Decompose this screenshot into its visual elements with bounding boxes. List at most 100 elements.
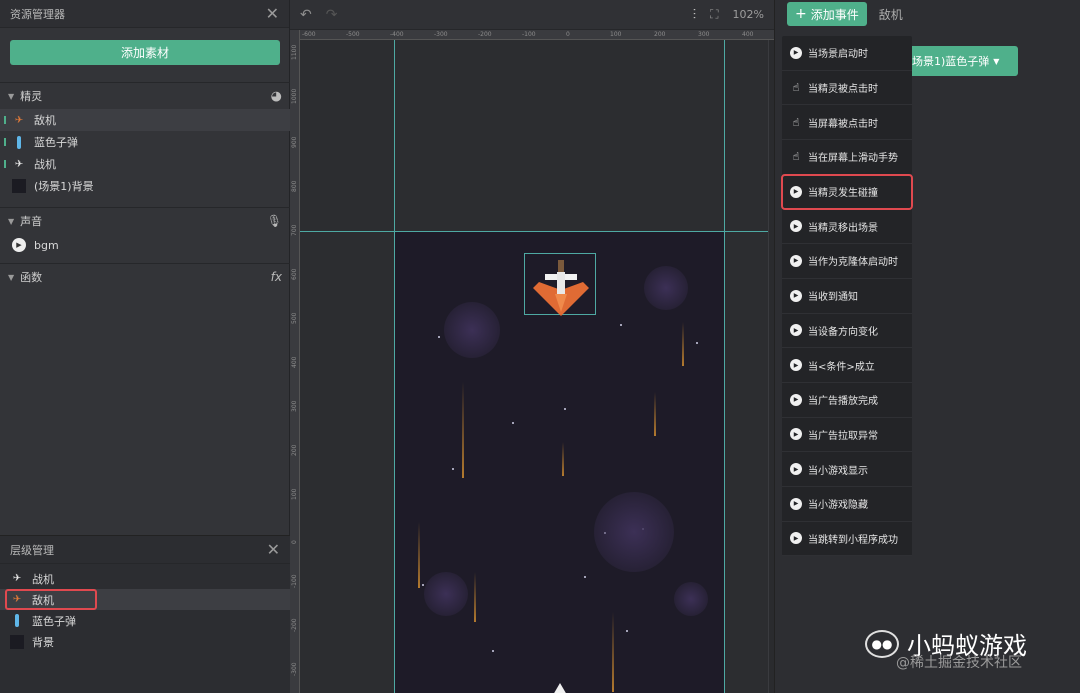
event-menu-item[interactable]: ☝ 当精灵被点击时 <box>782 71 912 106</box>
event-menu-item-label: 当广告拉取异常 <box>808 430 878 442</box>
sprite-item-fighter[interactable]: ✈ 战机 <box>0 153 290 175</box>
plus-icon: + <box>795 6 807 22</box>
layer-item-blue-bullet[interactable]: 蓝色子弹 <box>0 610 290 631</box>
blue-bullet-icon <box>12 135 26 149</box>
nebula-glow <box>674 582 708 616</box>
watermark-subtitle: @稀土掘金技术社区 <box>896 655 1022 671</box>
sprite-item-background[interactable]: (场景1)背景 <box>0 175 290 197</box>
sprites-section-title: 精灵 <box>20 90 43 103</box>
adjust-icon[interactable]: ⫶ <box>693 7 697 23</box>
undo-icon[interactable]: ↶ <box>300 7 312 23</box>
enemy-selection-box[interactable] <box>524 253 596 316</box>
event-menu-item[interactable]: ▶ 当小游戏隐藏 <box>782 487 912 522</box>
ruler-tick-label: -100 <box>522 31 536 38</box>
play-icon: ▶ <box>790 324 802 337</box>
meteor-streak <box>462 382 464 478</box>
layer-item-enemy[interactable]: ✈ 敌机 <box>0 589 290 610</box>
event-menu-item-label: 当收到通知 <box>808 292 858 304</box>
play-icon: ▶ <box>790 46 802 59</box>
function-icon[interactable]: fx <box>271 270 282 284</box>
fighter-plane-icon: ✈ <box>14 158 24 170</box>
sprite-item-enemy[interactable]: ✈ 敌机 <box>0 109 290 131</box>
sprite-item-label: 战机 <box>34 158 56 171</box>
sound-section-title: 声音 <box>20 215 43 228</box>
redo-icon[interactable]: ↷ <box>326 7 338 23</box>
ruler-tick-label: -400 <box>390 31 404 38</box>
play-icon[interactable]: ▶ <box>12 238 26 252</box>
add-event-button[interactable]: + 添加事件 <box>787 2 867 26</box>
event-menu-item[interactable]: ☝ 当屏幕被点击时 <box>782 105 912 141</box>
close-icon[interactable]: ✕ <box>266 5 279 22</box>
star-decoration <box>696 342 698 344</box>
star-decoration <box>422 584 424 586</box>
close-icon[interactable]: ✕ <box>267 541 280 558</box>
function-section-header[interactable]: ▼ 函数 fx <box>0 264 290 290</box>
ruler-tick-label: -200 <box>478 31 492 38</box>
add-asset-button[interactable]: 添加素材 <box>10 40 280 65</box>
event-menu-item[interactable]: ▶ 当小游戏显示 <box>782 452 912 487</box>
layer-item-label: 背景 <box>32 635 54 649</box>
dropdown-icon[interactable]: ▼ <box>993 57 999 66</box>
zoom-level[interactable]: 102% <box>733 8 764 21</box>
function-section-title: 函数 <box>20 271 43 284</box>
fit-screen-icon[interactable]: ⛶ <box>710 7 718 22</box>
palette-icon[interactable]: ◕ <box>271 89 282 104</box>
sound-item-label: bgm <box>34 238 59 252</box>
event-menu-item[interactable]: ▶ 当跳转到小程序成功 <box>782 522 912 557</box>
event-menu-item[interactable]: ☝ 当在屏幕上滑动手势 <box>782 140 912 175</box>
sprite-item-blue-bullet[interactable]: 蓝色子弹 <box>0 131 290 153</box>
sound-item-bgm[interactable]: ▶ bgm <box>0 234 290 256</box>
event-menu-item-label: 当精灵被点击时 <box>808 84 878 96</box>
event-menu-item-label: 当精灵发生碰撞 <box>808 188 878 200</box>
event-menu-item[interactable]: ▶ 当作为克隆体启动时 <box>782 244 912 279</box>
selection-marker <box>4 138 6 146</box>
background-icon <box>12 179 26 193</box>
ruler-tick-label: 0 <box>291 540 298 544</box>
microphone-icon[interactable]: 🎙 <box>267 214 282 228</box>
event-menu-item[interactable]: ▶ 当场景启动时 <box>782 36 912 71</box>
star-decoration <box>438 336 440 338</box>
wechat-icon: ●● <box>865 629 899 658</box>
layer-panel-header: 层级管理 ✕ <box>0 536 290 564</box>
hand-icon: ☝ <box>792 150 800 164</box>
hand-icon: ☝ <box>792 81 800 95</box>
collapse-icon[interactable]: ▼ <box>8 273 14 282</box>
asset-panel-title: 资源管理器 <box>10 7 65 21</box>
ruler-tick-label: 1000 <box>291 88 298 104</box>
layer-item-fighter[interactable]: ✈ 战机 <box>0 568 290 589</box>
play-icon: ▶ <box>790 254 802 267</box>
event-menu-item[interactable]: ▶ 当收到通知 <box>782 279 912 314</box>
sprites-section-header[interactable]: ▼ 精灵 ◕ <box>0 83 290 109</box>
selection-marker <box>4 160 6 168</box>
meteor-streak <box>654 392 656 436</box>
event-menu-item-label: 当精灵移出场景 <box>808 222 878 234</box>
event-panel-header: + 添加事件 敌机 <box>775 0 1080 28</box>
ruler-tick-label: -300 <box>434 31 448 38</box>
star-decoration <box>492 650 494 652</box>
ruler-tick-label: -200 <box>291 618 298 632</box>
event-menu-item[interactable]: ▶ 当<条件>成立 <box>782 348 912 383</box>
play-icon: ▶ <box>790 359 802 372</box>
meteor-streak <box>562 442 564 476</box>
stage-canvas[interactable]: ↶ ↷ ⫶ ⛶ 102% -600 -500 -400 -300 -200 -100 0 10… <box>290 0 774 693</box>
asset-panel: 资源管理器 ✕ 添加素材 ▼ 精灵 ◕ ✈ 敌机 蓝色子弹 ✈ 战机 (场景1)… <box>0 0 290 693</box>
collapse-icon[interactable]: ▼ <box>8 217 14 226</box>
event-menu-item[interactable]: ▶ 当精灵移出场景 <box>782 209 912 245</box>
layer-item-label: 战机 <box>32 572 54 586</box>
sound-section-header[interactable]: ▼ 声音 🎙 <box>0 208 290 234</box>
collapse-icon[interactable]: ▼ <box>8 92 14 101</box>
stage-guide-right <box>724 40 725 693</box>
event-menu-item[interactable]: ▶ 当广告播放完成 <box>782 383 912 418</box>
event-menu-item[interactable]: ▶ 当精灵发生碰撞 <box>781 173 913 211</box>
star-decoration <box>512 422 514 424</box>
background-icon <box>10 634 24 649</box>
layer-item-background[interactable]: 背景 <box>0 631 290 652</box>
ruler-tick-label: 400 <box>742 31 754 38</box>
meteor-streak <box>474 572 476 622</box>
tab-enemy[interactable]: 敌机 <box>879 6 903 23</box>
layer-panel-title: 层级管理 <box>10 543 54 557</box>
event-menu-item[interactable]: ▶ 当设备方向变化 <box>782 314 912 349</box>
event-block[interactable]: 场景1)蓝色子弹 ▼ <box>900 46 1018 76</box>
nebula-glow <box>424 572 468 616</box>
event-menu-item[interactable]: ▶ 当广告拉取异常 <box>782 418 912 453</box>
